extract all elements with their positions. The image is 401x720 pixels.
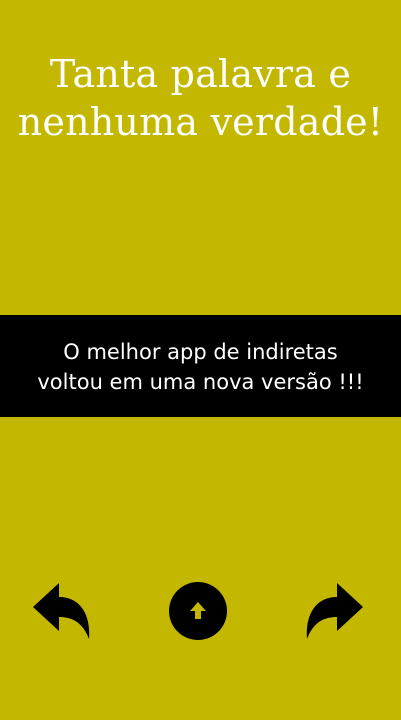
home-button[interactable] <box>169 582 227 640</box>
promo-banner[interactable]: O melhor app de indiretas voltou em uma … <box>0 315 401 417</box>
previous-button[interactable] <box>30 578 94 642</box>
curved-arrow-left-icon <box>33 583 90 639</box>
curved-arrow-right-icon <box>306 583 363 639</box>
next-button[interactable] <box>302 578 366 642</box>
quote-text: Tanta palavra e nenhuma verdade! <box>17 52 384 144</box>
promo-banner-text: O melhor app de indiretas voltou em uma … <box>37 340 364 394</box>
up-arrow-circle-icon <box>190 602 206 619</box>
